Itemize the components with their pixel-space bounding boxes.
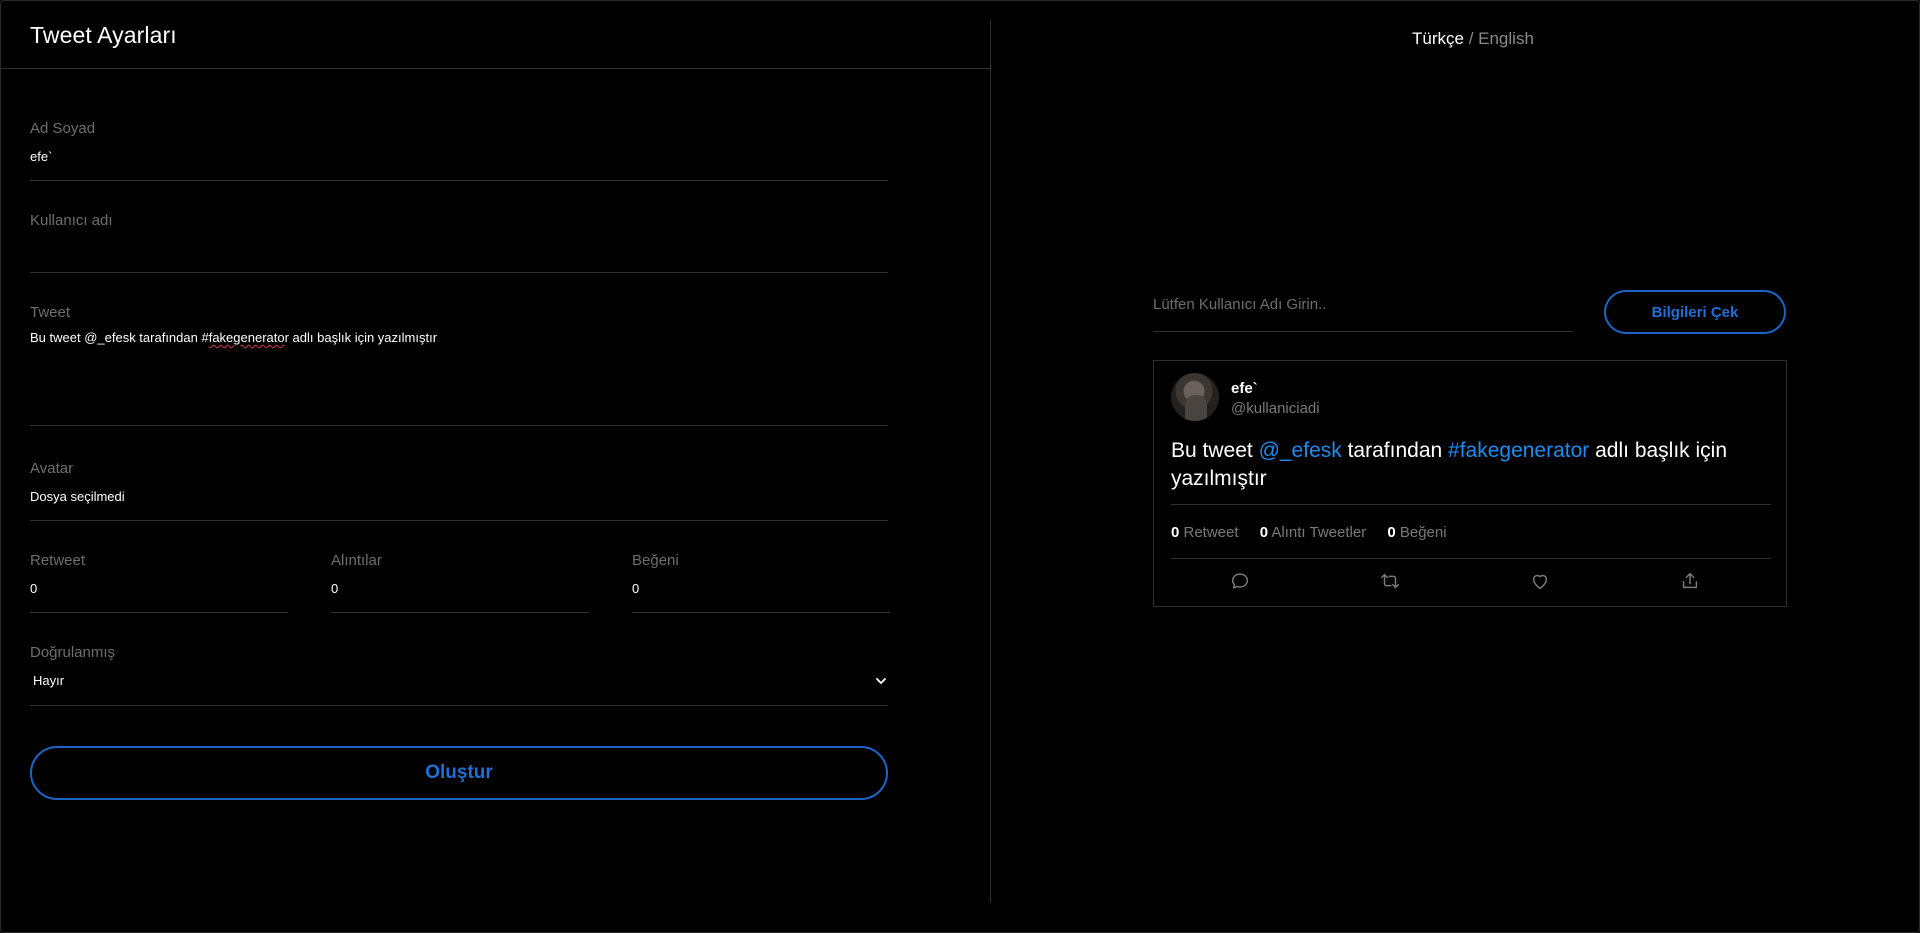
tweet-textarea[interactable]: Bu tweet @_efesk tarafından #fakegenerat…: [30, 330, 437, 345]
display-name: efe`: [1231, 380, 1258, 397]
username-lookup-input[interactable]: Lütfen Kullanıcı Adı Girin..: [1153, 288, 1573, 332]
chevron-down-icon[interactable]: [874, 674, 888, 688]
quote-stat: 0 Alıntı Tweetler: [1259, 524, 1367, 541]
tweet-actions: [1154, 570, 1788, 592]
like-icon[interactable]: [1529, 570, 1551, 592]
quotes-field[interactable]: Alıntılar 0: [331, 552, 589, 613]
fetch-info-button[interactable]: Bilgileri Çek: [1604, 290, 1786, 334]
retweet-field[interactable]: Retweet 0: [30, 552, 288, 613]
stats-divider-bottom: [1171, 558, 1771, 559]
verified-select[interactable]: Hayır: [33, 673, 64, 688]
create-button[interactable]: Oluştur: [30, 746, 888, 800]
user-handle: @kullaniciadi: [1231, 400, 1320, 417]
share-icon[interactable]: [1679, 570, 1701, 592]
panel-divider: [990, 20, 991, 903]
quotes-label: Alıntılar: [331, 552, 382, 569]
username-label: Kullanıcı adı: [30, 212, 113, 229]
tweet-stats: 0 Retweet 0 Alıntı Tweetler 0 Beğeni: [1171, 524, 1464, 541]
username-lookup-placeholder: Lütfen Kullanıcı Adı Girin..: [1153, 296, 1327, 313]
language-separator: /: [1463, 29, 1479, 48]
name-label: Ad Soyad: [30, 120, 96, 137]
tweet-body-text: Bu tweet: [1171, 439, 1259, 462]
language-switcher: Türkçe / English: [1412, 29, 1534, 49]
title-divider: [0, 68, 990, 69]
stats-divider-top: [1171, 504, 1771, 505]
likes-label: Beğeni: [632, 552, 679, 569]
retweet-label: Retweet: [30, 552, 86, 569]
verified-field[interactable]: Doğrulanmış Hayır: [30, 644, 888, 706]
likes-input[interactable]: 0: [632, 581, 639, 596]
verified-label: Doğrulanmış: [30, 644, 116, 661]
tweet-text-start: Bu tweet @_efesk tarafından #: [30, 330, 209, 345]
username-field[interactable]: Kullanıcı adı: [30, 212, 888, 273]
tweet-text-end: r adlı başlık için yazılmıştır: [284, 330, 438, 345]
avatar: [1171, 373, 1219, 421]
avatar-file-input[interactable]: Dosya seçilmedi: [30, 489, 125, 504]
retweet-icon[interactable]: [1379, 570, 1401, 592]
settings-panel: Tweet Ayarları Ad Soyad efe` Kullanıcı a…: [0, 0, 990, 933]
name-input[interactable]: efe`: [30, 149, 52, 164]
hashtag-link[interactable]: #fakegenerator: [1448, 439, 1589, 462]
tweet-body-text: tarafından: [1341, 439, 1449, 462]
reply-icon[interactable]: [1229, 570, 1251, 592]
tweet-body: Bu tweet @_efesk tarafından #fakegenerat…: [1171, 437, 1771, 493]
tweet-label: Tweet: [30, 304, 71, 321]
likes-field[interactable]: Beğeni 0: [632, 552, 890, 613]
name-field[interactable]: Ad Soyad efe`: [30, 120, 888, 181]
page-title: Tweet Ayarları: [30, 22, 177, 48]
like-stat: 0 Beğeni: [1387, 524, 1447, 541]
retweet-input[interactable]: 0: [30, 581, 37, 596]
language-english[interactable]: English: [1478, 29, 1534, 48]
avatar-label: Avatar: [30, 460, 74, 477]
retweet-stat: 0 Retweet: [1171, 524, 1239, 541]
avatar-field[interactable]: Avatar Dosya seçilmedi: [30, 460, 888, 521]
tweet-preview-card: efe` @kullaniciadi Bu tweet @_efesk tara…: [1153, 360, 1787, 607]
spellcheck-mark: fakegenerato: [208, 330, 285, 345]
language-turkish[interactable]: Türkçe: [1412, 29, 1464, 48]
tweet-field[interactable]: Tweet Bu tweet @_efesk tarafından #fakeg…: [30, 304, 888, 426]
quotes-input[interactable]: 0: [331, 581, 338, 596]
mention-link[interactable]: @_efesk: [1259, 439, 1342, 462]
